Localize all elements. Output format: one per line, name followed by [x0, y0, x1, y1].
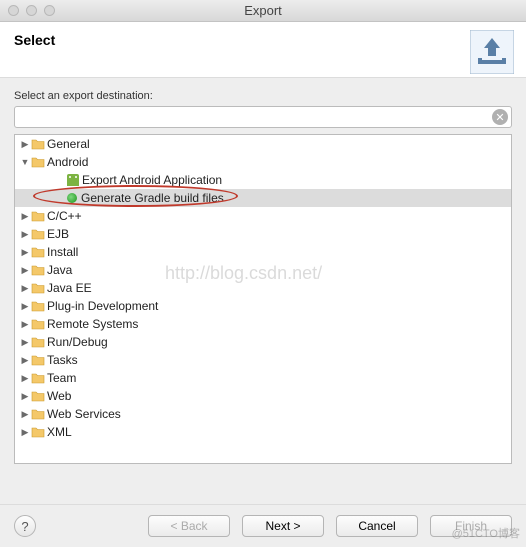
folder-icon: [31, 425, 45, 439]
folder-icon: [31, 245, 45, 259]
tree-item-label: Tasks: [47, 353, 78, 367]
disclosure-closed-icon[interactable]: ▶: [19, 211, 31, 222]
disclosure-closed-icon[interactable]: ▶: [19, 373, 31, 384]
export-tree[interactable]: http://blog.csdn.net/ ▶General▼AndroidEx…: [14, 134, 512, 464]
disclosure-closed-icon[interactable]: ▶: [19, 283, 31, 294]
finish-button: Finish: [430, 515, 512, 537]
tree-item-label: Export Android Application: [82, 173, 222, 187]
tree-item-label: EJB: [47, 227, 69, 241]
tree-item[interactable]: ▶ Java: [15, 261, 511, 279]
folder-icon: [31, 263, 45, 277]
export-icon: [470, 30, 514, 74]
help-button[interactable]: ?: [14, 515, 36, 537]
clear-icon[interactable]: ✕: [492, 109, 508, 125]
tree-item-label: C/C++: [47, 209, 82, 223]
tree-item-label: Android: [47, 155, 88, 169]
disclosure-closed-icon[interactable]: ▶: [19, 391, 31, 402]
tree-item-label: Remote Systems: [47, 317, 138, 331]
back-button: < Back: [148, 515, 230, 537]
disclosure-open-icon[interactable]: ▼: [19, 157, 31, 167]
disclosure-closed-icon[interactable]: ▶: [19, 265, 31, 276]
disclosure-closed-icon[interactable]: ▶: [19, 319, 31, 330]
tree-item-label: Java EE: [47, 281, 92, 295]
destination-label: Select an export destination:: [14, 90, 512, 102]
wizard-header: Select: [0, 22, 526, 78]
button-row: < Back Next > Cancel Finish: [148, 515, 512, 537]
cancel-button[interactable]: Cancel: [336, 515, 418, 537]
folder-icon: [31, 281, 45, 295]
folder-icon: [31, 335, 45, 349]
tree-item-label: Install: [47, 245, 78, 259]
disclosure-closed-icon[interactable]: ▶: [19, 229, 31, 240]
folder-icon: [31, 227, 45, 241]
tree-item-label: Java: [47, 263, 72, 277]
search-wrap: ✕: [14, 106, 512, 128]
wizard-body: Select an export destination: ✕ http://b…: [0, 78, 526, 470]
android-icon: [67, 174, 79, 186]
next-button[interactable]: Next >: [242, 515, 324, 537]
titlebar: Export: [0, 0, 526, 22]
tree-item-label: General: [47, 137, 90, 151]
tree-item-label: Run/Debug: [47, 335, 108, 349]
folder-icon: [31, 155, 45, 169]
tree-item[interactable]: Export Android Application: [15, 171, 511, 189]
disclosure-closed-icon[interactable]: ▶: [19, 427, 31, 438]
folder-icon: [31, 299, 45, 313]
folder-icon: [31, 389, 45, 403]
folder-icon: [31, 317, 45, 331]
tree-item[interactable]: ▶ Tasks: [15, 351, 511, 369]
tree-item-label: Plug-in Development: [47, 299, 158, 313]
tree-item-label: Web Services: [47, 407, 121, 421]
tree-item-label: Team: [47, 371, 76, 385]
tree-item[interactable]: ▶ General: [15, 135, 511, 153]
tree-item[interactable]: ▶ Install: [15, 243, 511, 261]
folder-icon: [31, 353, 45, 367]
tree-item[interactable]: ▶ Remote Systems: [15, 315, 511, 333]
window-title: Export: [0, 3, 526, 18]
tree-item[interactable]: ▶ Run/Debug: [15, 333, 511, 351]
page-title: Select: [14, 32, 512, 48]
wizard-footer: ? < Back Next > Cancel Finish: [0, 504, 526, 547]
folder-icon: [31, 407, 45, 421]
disclosure-closed-icon[interactable]: ▶: [19, 139, 31, 150]
tree-item[interactable]: ▶ Plug-in Development: [15, 297, 511, 315]
tree-item[interactable]: ▶ EJB: [15, 225, 511, 243]
tree-item[interactable]: ▶ XML: [15, 423, 511, 441]
filter-input[interactable]: [14, 106, 512, 128]
tree-item[interactable]: ▶ Java EE: [15, 279, 511, 297]
disclosure-closed-icon[interactable]: ▶: [19, 355, 31, 366]
tree-item-label: Generate Gradle build files: [81, 191, 224, 205]
tree-item-label: XML: [47, 425, 72, 439]
gradle-icon: [67, 193, 77, 203]
folder-icon: [31, 137, 45, 151]
tree-item[interactable]: ▶ Team: [15, 369, 511, 387]
folder-icon: [31, 371, 45, 385]
tree-item[interactable]: ▶ Web: [15, 387, 511, 405]
disclosure-closed-icon[interactable]: ▶: [19, 409, 31, 420]
tree-item[interactable]: Generate Gradle build files: [15, 189, 511, 207]
disclosure-closed-icon[interactable]: ▶: [19, 337, 31, 348]
tree-item[interactable]: ▶ C/C++: [15, 207, 511, 225]
tree-item[interactable]: ▶ Web Services: [15, 405, 511, 423]
tree-item-label: Web: [47, 389, 71, 403]
disclosure-closed-icon[interactable]: ▶: [19, 247, 31, 258]
folder-icon: [31, 209, 45, 223]
tree-item[interactable]: ▼ Android: [15, 153, 511, 171]
disclosure-closed-icon[interactable]: ▶: [19, 301, 31, 312]
